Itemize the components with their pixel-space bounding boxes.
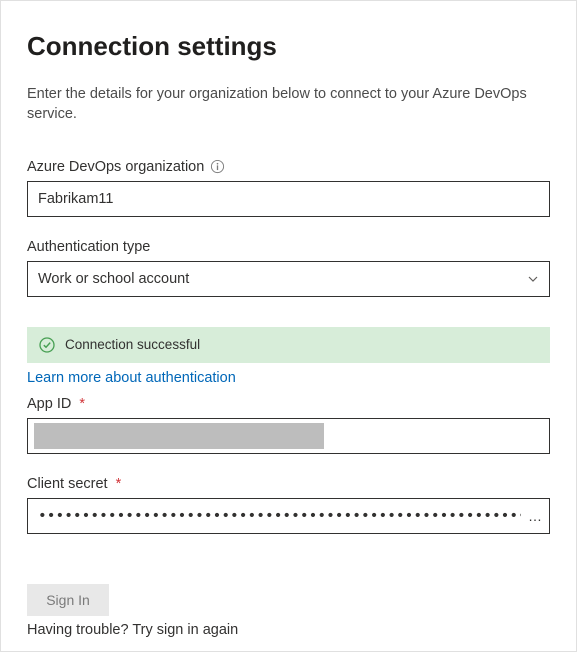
connection-settings-panel: Connection settings Enter the details fo… — [0, 0, 577, 652]
org-label: Azure DevOps organization — [27, 159, 204, 175]
auth-type-group: Authentication type Work or school accou… — [27, 239, 550, 297]
client-secret-label: Client secret — [27, 476, 108, 492]
required-marker: * — [79, 396, 85, 412]
org-input[interactable] — [27, 181, 550, 217]
info-icon[interactable] — [210, 159, 225, 174]
client-secret-group: Client secret * … — [27, 476, 550, 534]
trouble-text: Having trouble? Try sign in again — [27, 622, 550, 638]
redacted-value — [34, 423, 324, 449]
auth-type-label: Authentication type — [27, 239, 150, 255]
app-id-label: App ID — [27, 396, 71, 412]
org-field-group: Azure DevOps organization — [27, 159, 550, 217]
page-subtitle: Enter the details for your organization … — [27, 84, 550, 125]
auth-type-select[interactable]: Work or school account — [27, 261, 550, 297]
success-check-icon — [39, 337, 55, 353]
chevron-down-icon — [527, 273, 539, 285]
connection-status-banner: Connection successful — [27, 327, 550, 363]
connection-status-text: Connection successful — [65, 337, 200, 352]
sign-in-button[interactable]: Sign In — [27, 584, 109, 616]
auth-type-value: Work or school account — [38, 271, 189, 287]
client-secret-input[interactable] — [27, 498, 550, 534]
required-marker: * — [116, 476, 122, 492]
app-id-input[interactable] — [27, 418, 550, 454]
app-id-group: App ID * — [27, 396, 550, 454]
page-title: Connection settings — [27, 31, 550, 62]
learn-more-link[interactable]: Learn more about authentication — [27, 370, 236, 386]
